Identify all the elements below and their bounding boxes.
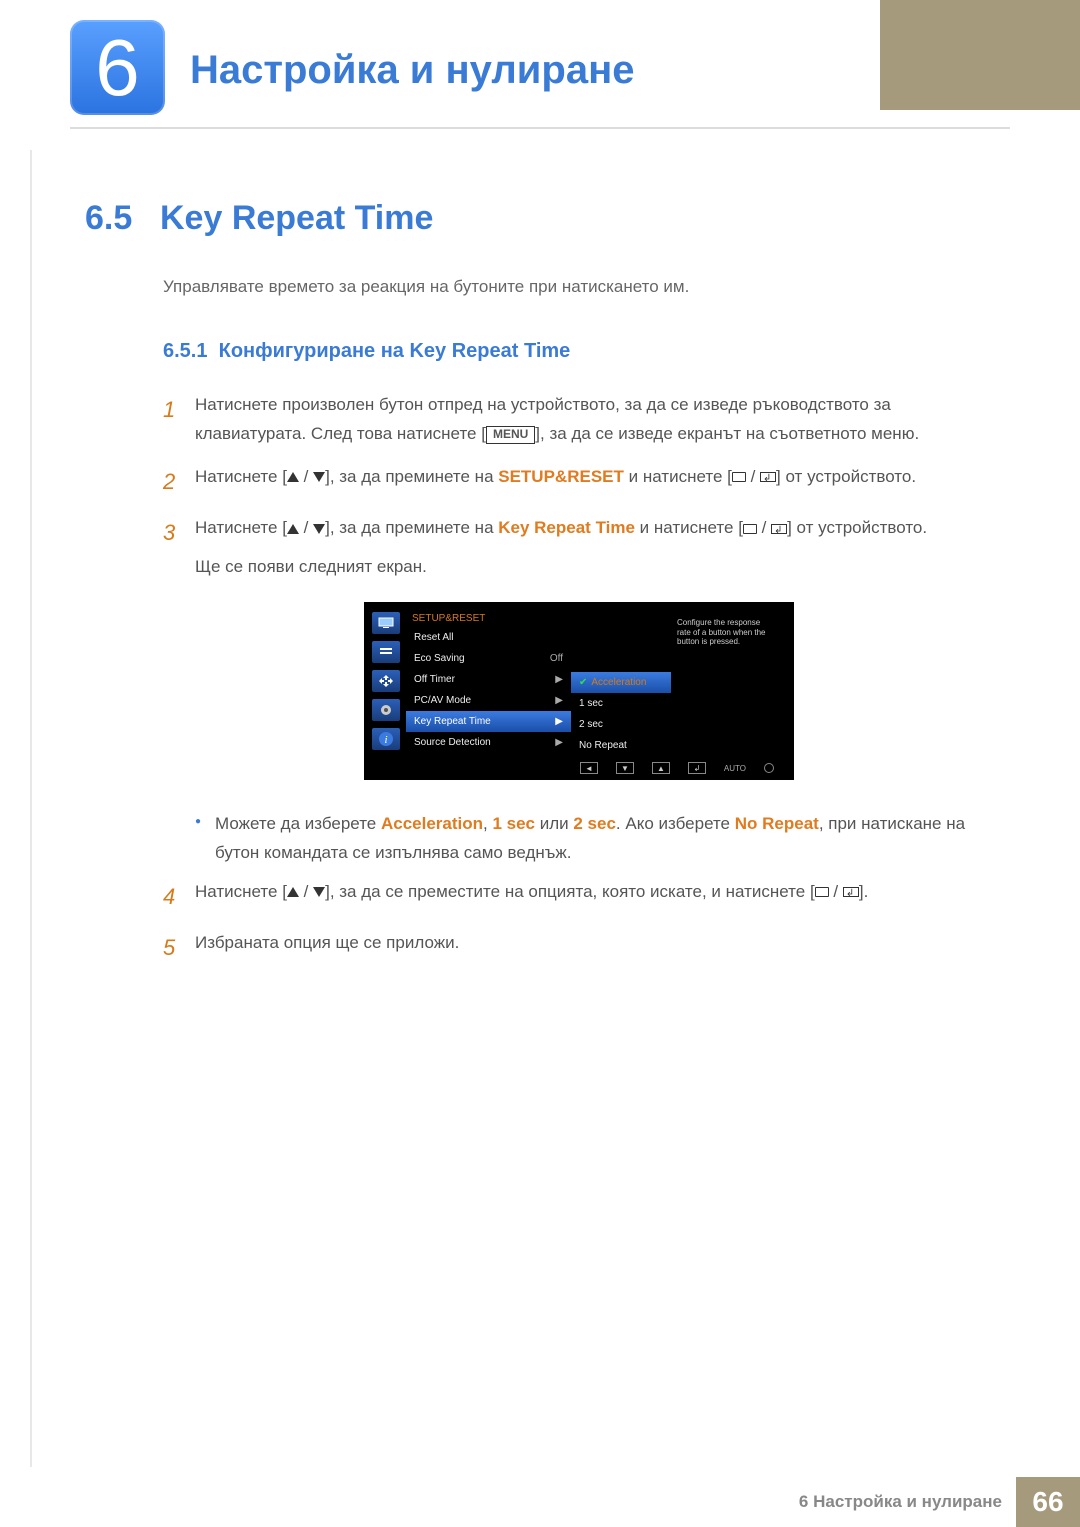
step-text: Натиснете [	[195, 882, 287, 901]
osd-category-tabs: i	[372, 610, 406, 756]
osd-up-icon: ▲	[652, 762, 670, 774]
step-number: 5	[163, 929, 195, 966]
osd-item-eco: Eco SavingOff	[406, 648, 571, 669]
step-body: Натиснете произволен бутон отпред на уст…	[195, 391, 995, 449]
osd-item-reset: Reset All	[406, 627, 571, 648]
step-4: 4 Натиснете [ / ], за да се преместите н…	[163, 878, 995, 915]
step-number: 2	[163, 463, 195, 500]
bullet-body: Можете да изберете Acceleration, 1 sec и…	[215, 810, 995, 868]
step-note: Ще се появи следният екран.	[195, 553, 995, 582]
osd-down-icon: ▼	[616, 762, 634, 774]
osd-nav-bar: ◄ ▼ ▲ ↲ AUTO	[372, 756, 786, 776]
source-icon	[815, 887, 829, 897]
step-3: 3 Натиснете [ / ], за да преминете на Ke…	[163, 514, 995, 582]
step-text: и натиснете [	[624, 467, 732, 486]
osd-power-icon	[764, 763, 774, 773]
up-arrow-icon	[287, 472, 299, 482]
steps-list: 1 Натиснете произволен бутон отпред на у…	[163, 391, 995, 967]
footer-page-number: 66	[1016, 1477, 1080, 1527]
subsection-title: Конфигуриране на Key Repeat Time	[219, 340, 571, 362]
osd-item-source: Source Detection▶	[406, 732, 571, 753]
osd-sub-2sec: 2 sec	[571, 714, 671, 735]
bullet-note: ● Можете да изберете Acceleration, 1 sec…	[195, 810, 995, 868]
menu-button-label: MENU	[486, 426, 535, 444]
step-text: ].	[859, 882, 868, 901]
step-2: 2 Натиснете [ / ], за да преминете на SE…	[163, 463, 995, 500]
footer-chapter-label: 6 Настройка и нулиране	[799, 1492, 1002, 1512]
enter-icon	[771, 524, 787, 534]
option-acceleration: Acceleration	[381, 814, 483, 833]
step-body: Натиснете [ / ], за да преминете на Key …	[195, 514, 995, 582]
enter-icon	[760, 472, 776, 482]
osd-sub-norepeat: No Repeat	[571, 735, 671, 756]
chapter-number-badge: 6	[70, 20, 165, 115]
step-number: 3	[163, 514, 195, 582]
osd-menu-list: SETUP&RESET Reset All Eco SavingOff Off …	[406, 610, 571, 756]
osd-submenu: ✔Acceleration 1 sec 2 sec No Repeat	[571, 610, 671, 756]
target-label: SETUP&RESET	[498, 467, 624, 486]
step-number: 4	[163, 878, 195, 915]
step-number: 1	[163, 391, 195, 449]
step-text: ], за да се изведе екранът на съответнот…	[535, 424, 919, 443]
step-text: и натиснете [	[635, 518, 743, 537]
step-text: ] от устройството.	[776, 467, 916, 486]
step-body: Избраната опция ще се приложи.	[195, 929, 995, 966]
osd-tab-gear-icon	[372, 699, 400, 721]
option-1sec: 1 sec	[492, 814, 535, 833]
down-arrow-icon	[313, 887, 325, 897]
bullet-text: . Ако изберете	[616, 814, 735, 833]
svg-text:i: i	[384, 734, 387, 746]
step-5: 5 Избраната опция ще се приложи.	[163, 929, 995, 966]
page-content: 6.5Key Repeat Time Управлявате времето з…	[0, 129, 1080, 967]
step-text: ], за да се преместите на опцията, която…	[325, 882, 815, 901]
step-text: ] от устройството.	[787, 518, 927, 537]
osd-tab-list-icon	[372, 641, 400, 663]
source-icon	[743, 524, 757, 534]
bullet-text: Можете да изберете	[215, 814, 381, 833]
osd-item-offtimer: Off Timer▶	[406, 669, 571, 690]
section-intro: Управлявате времето за реакция на бутони…	[163, 273, 995, 300]
osd-item-pcav: PC/AV Mode▶	[406, 690, 571, 711]
osd-menu-title: SETUP&RESET	[406, 610, 571, 627]
chapter-title: Настройка и нулиране	[190, 48, 634, 93]
subsection-heading: 6.5.1 Конфигуриране на Key Repeat Time	[163, 340, 995, 363]
page-footer: 6 Настройка и нулиране 66	[0, 1477, 1080, 1527]
option-2sec: 2 sec	[573, 814, 616, 833]
osd-figure: i SETUP&RESET Reset All Eco SavingOff Of…	[163, 602, 995, 780]
osd-description: Configure the response rate of a button …	[671, 610, 781, 756]
section-number: 6.5	[85, 199, 160, 238]
osd-tab-picture-icon	[372, 612, 400, 634]
section-title: Key Repeat Time	[160, 199, 433, 237]
down-arrow-icon	[313, 524, 325, 534]
up-arrow-icon	[287, 524, 299, 534]
step-text: Натиснете [	[195, 518, 287, 537]
section-heading: 6.5Key Repeat Time	[85, 199, 995, 238]
step-text: Натиснете [	[195, 467, 287, 486]
bullet-icon: ●	[195, 810, 215, 868]
osd-sub-acceleration: ✔Acceleration	[571, 672, 671, 693]
subsection-number: 6.5.1	[163, 340, 207, 362]
osd-sub-1sec: 1 sec	[571, 693, 671, 714]
step-body: Натиснете [ / ], за да преминете на SETU…	[195, 463, 995, 500]
down-arrow-icon	[313, 472, 325, 482]
osd-tab-arrows-icon	[372, 670, 400, 692]
source-icon	[732, 472, 746, 482]
osd-item-keyrepeat: Key Repeat Time▶	[406, 711, 571, 732]
top-accent-band	[880, 0, 1080, 110]
option-norepeat: No Repeat	[735, 814, 819, 833]
osd-left-icon: ◄	[580, 762, 598, 774]
osd-enter-icon: ↲	[688, 762, 706, 774]
left-margin-rule	[30, 150, 32, 1467]
osd-auto-label: AUTO	[724, 764, 746, 773]
target-label: Key Repeat Time	[498, 518, 635, 537]
step-body: Натиснете [ / ], за да се преместите на …	[195, 878, 995, 915]
step-text: ], за да преминете на	[325, 467, 498, 486]
up-arrow-icon	[287, 887, 299, 897]
step-1: 1 Натиснете произволен бутон отпред на у…	[163, 391, 995, 449]
bullet-text: или	[535, 814, 573, 833]
osd-tab-info-icon: i	[372, 728, 400, 750]
osd-panel: i SETUP&RESET Reset All Eco SavingOff Of…	[364, 602, 794, 780]
enter-icon	[843, 887, 859, 897]
step-text: ], за да преминете на	[325, 518, 498, 537]
